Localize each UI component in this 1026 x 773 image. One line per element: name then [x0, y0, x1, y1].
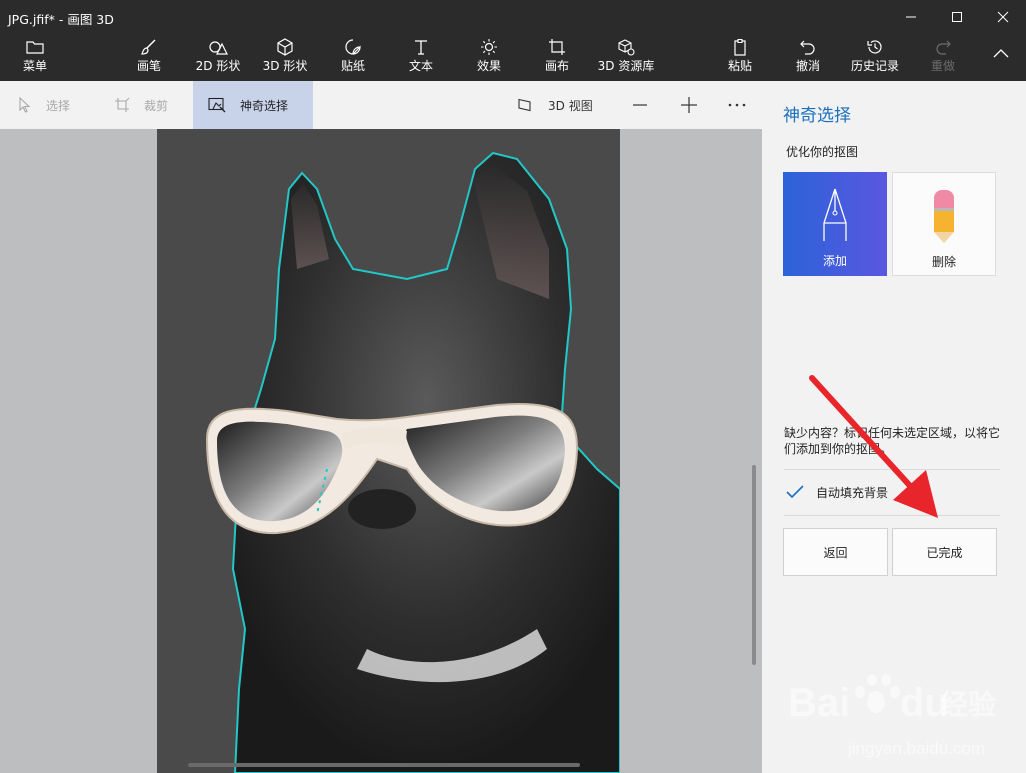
shapes-2d-icon — [208, 36, 228, 58]
menu-button[interactable]: 菜单 — [18, 36, 52, 78]
ribbon-toolbar: 菜单 画笔 2D 形状 3D 形状 贴纸 文本 效果 画布 3D 资源库 粘贴 … — [0, 34, 1026, 81]
shapes-2d-button[interactable]: 2D 形状 — [193, 36, 243, 78]
effects-button[interactable]: 效果 — [474, 36, 504, 78]
redo-icon — [934, 36, 952, 58]
undo-icon — [799, 36, 817, 58]
panel-subtitle: 优化你的抠图 — [786, 145, 859, 159]
checkmark-icon[interactable] — [784, 481, 806, 503]
horizontal-scrollbar[interactable] — [188, 763, 580, 767]
view-3d-icon — [518, 98, 534, 112]
remove-tile-button[interactable]: 删除 — [892, 172, 996, 276]
sticker-icon — [344, 36, 362, 58]
magic-select-icon — [208, 97, 226, 113]
dog-image — [205, 151, 620, 773]
shapes-3d-button[interactable]: 3D 形状 — [261, 36, 309, 78]
canvas-button[interactable]: 画布 — [542, 36, 572, 78]
stickers-button[interactable]: 贴纸 — [338, 36, 368, 78]
text-label: 文本 — [408, 59, 433, 73]
zoom-out-button[interactable] — [632, 81, 648, 129]
canvas-area[interactable] — [0, 129, 762, 773]
pointer-icon — [18, 97, 32, 113]
history-label: 历史记录 — [850, 59, 899, 73]
watermark-brand: Bai — [788, 681, 850, 725]
shapes-3d-label: 3D 形状 — [262, 59, 308, 73]
chevron-up-icon — [993, 49, 1009, 58]
effects-label: 效果 — [476, 59, 501, 73]
crop-label: 裁剪 — [144, 98, 169, 113]
watermark-product: 经验 — [940, 688, 996, 721]
menu-label: 菜单 — [22, 59, 47, 73]
minimize-button[interactable] — [888, 0, 934, 34]
view-3d-button[interactable]: 3D 视图 — [518, 81, 593, 129]
paste-label: 粘贴 — [727, 59, 752, 73]
plus-icon — [681, 97, 697, 113]
title-bar: JPG.jfif* - 画图 3D — [0, 0, 1026, 34]
sun-icon — [480, 36, 498, 58]
minimize-icon — [906, 16, 916, 18]
remove-label: 删除 — [931, 255, 956, 269]
add-label: 添加 — [822, 254, 847, 268]
hint-text: 缺少内容？标记任何未选定区域，以将它们添加到你的抠图。 — [784, 426, 1001, 456]
image-canvas[interactable] — [157, 129, 620, 773]
close-icon — [997, 11, 1009, 23]
brushes-button[interactable]: 画笔 — [130, 36, 168, 78]
magic-select-tool[interactable]: 神奇选择 — [193, 81, 313, 129]
library-3d-button[interactable]: 3D 资源库 — [597, 36, 655, 78]
crop-icon — [114, 97, 130, 113]
folder-icon — [26, 36, 44, 58]
text-icon — [412, 36, 430, 58]
brush-icon — [140, 36, 158, 58]
history-icon — [866, 36, 884, 58]
pen-icon — [820, 186, 850, 244]
watermark-url: jingyan.baidu.com — [847, 739, 985, 758]
clipboard-icon — [731, 36, 749, 58]
more-icon — [728, 103, 746, 107]
baidu-watermark: Bai du 经验 jingyan.baidu.com — [788, 668, 1008, 768]
undo-button[interactable]: 撤消 — [793, 36, 823, 78]
brushes-label: 画笔 — [136, 59, 161, 73]
divider — [784, 469, 1000, 470]
add-tile-button[interactable]: 添加 — [783, 172, 887, 276]
magic-select-label: 神奇选择 — [240, 98, 289, 113]
maximize-button[interactable] — [934, 0, 980, 34]
divider — [784, 515, 1000, 516]
paste-button[interactable]: 粘贴 — [725, 36, 755, 78]
secondary-toolbar: 选择 裁剪 神奇选择 3D 视图 — [0, 81, 762, 129]
text-button[interactable]: 文本 — [406, 36, 436, 78]
autofill-checkbox-row[interactable]: 自动填充背景 — [784, 481, 888, 503]
undo-label: 撤消 — [795, 59, 820, 73]
paw-icon — [855, 674, 900, 713]
canvas-label: 画布 — [544, 59, 569, 73]
autofill-label: 自动填充背景 — [816, 485, 889, 500]
close-button[interactable] — [980, 0, 1026, 34]
panel-title: 神奇选择 — [783, 106, 851, 126]
crop-tool[interactable]: 裁剪 — [114, 81, 168, 129]
done-button[interactable]: 已完成 — [892, 528, 997, 576]
cube-icon — [276, 36, 294, 58]
maximize-icon — [952, 12, 962, 22]
library-icon — [617, 36, 635, 58]
canvas-icon — [548, 36, 566, 58]
minus-icon — [633, 104, 647, 106]
redo-button[interactable]: 重做 — [928, 36, 958, 78]
eraser-icon — [931, 187, 957, 245]
view-3d-label: 3D 视图 — [548, 98, 593, 113]
vertical-scrollbar[interactable] — [752, 465, 756, 665]
zoom-in-button[interactable] — [680, 81, 698, 129]
redo-label: 重做 — [930, 59, 955, 73]
more-options-button[interactable] — [728, 81, 746, 129]
back-button[interactable]: 返回 — [783, 528, 888, 576]
select-label: 选择 — [46, 98, 71, 113]
stickers-label: 贴纸 — [340, 59, 365, 73]
library-3d-label: 3D 资源库 — [597, 59, 655, 73]
window-title: JPG.jfif* - 画图 3D — [8, 12, 114, 27]
history-button[interactable]: 历史记录 — [849, 36, 901, 78]
shapes-2d-label: 2D 形状 — [195, 59, 241, 73]
select-tool[interactable]: 选择 — [18, 81, 70, 129]
